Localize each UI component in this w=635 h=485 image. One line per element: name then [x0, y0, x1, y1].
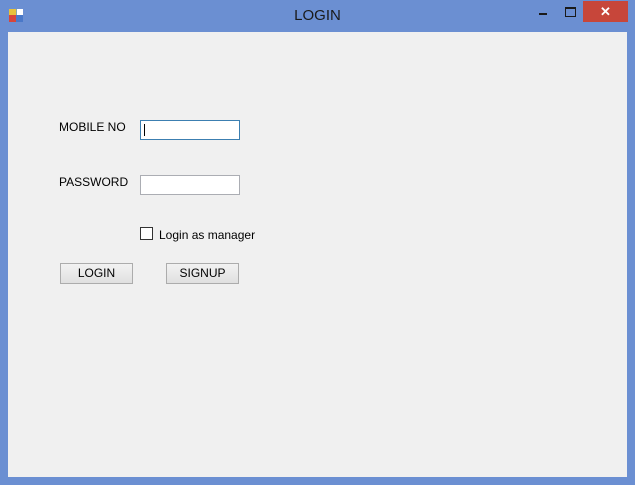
login-window: LOGIN ✕ MOBILE NO PASSWORD Login as mana… — [0, 0, 635, 485]
maximize-icon[interactable] — [556, 2, 582, 22]
password-label: PASSWORD — [59, 175, 129, 189]
minimize-icon[interactable] — [529, 2, 555, 22]
signup-button[interactable]: SIGNUP — [166, 263, 239, 284]
title-bar[interactable]: LOGIN ✕ — [0, 0, 635, 32]
text-caret — [144, 124, 145, 136]
manager-checkbox[interactable] — [140, 227, 153, 240]
login-button[interactable]: LOGIN — [60, 263, 133, 284]
close-icon[interactable]: ✕ — [583, 1, 628, 22]
mobile-label: MOBILE NO — [59, 120, 126, 134]
form-body: MOBILE NO PASSWORD Login as manager LOGI… — [8, 32, 627, 477]
password-input[interactable] — [140, 175, 240, 195]
mobile-input[interactable] — [140, 120, 240, 140]
manager-checkbox-label[interactable]: Login as manager — [159, 228, 255, 242]
